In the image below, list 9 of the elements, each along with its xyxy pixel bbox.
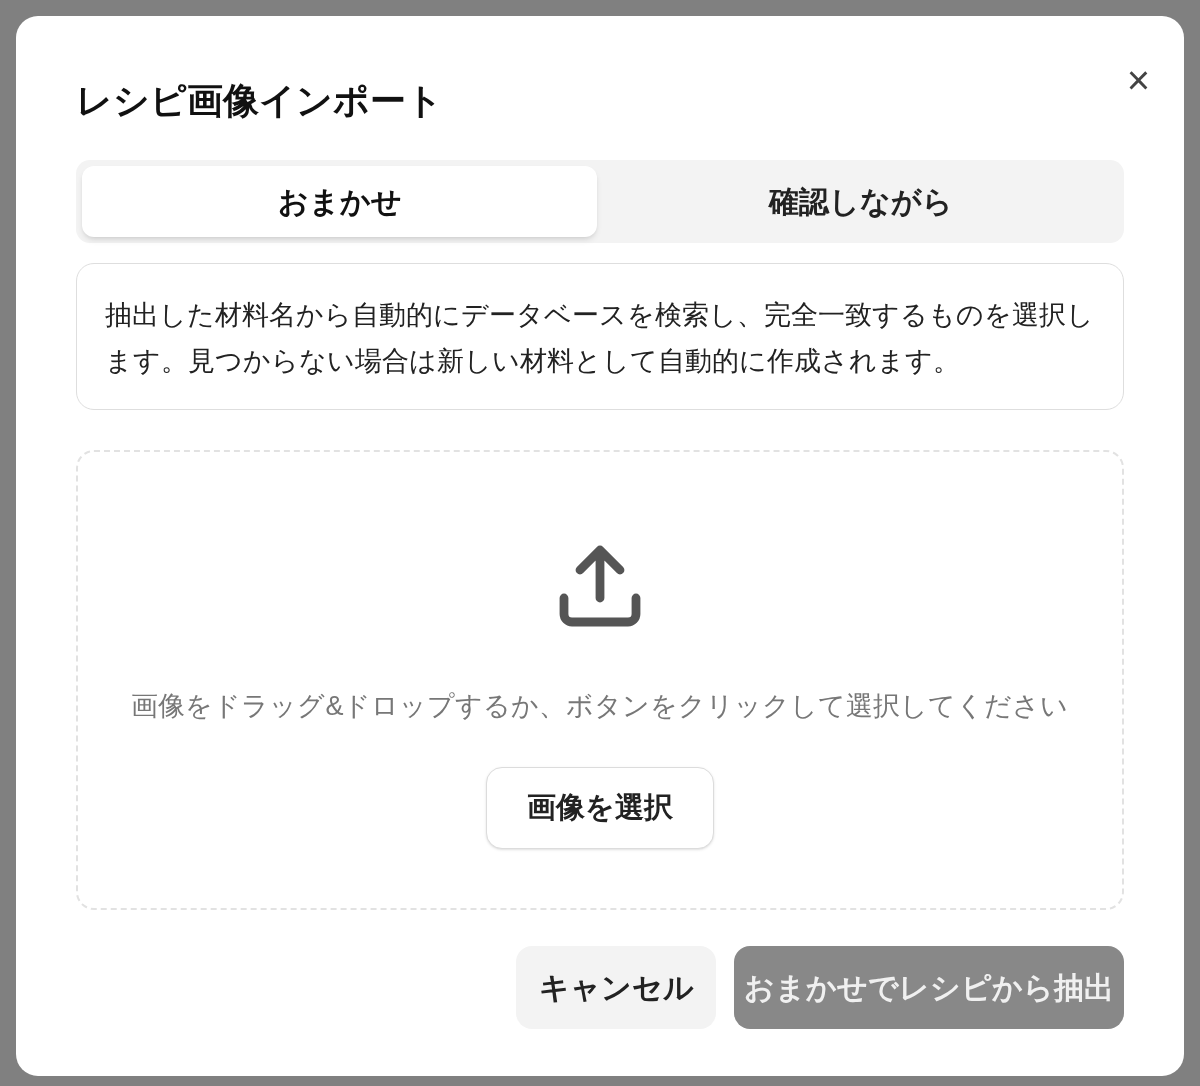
select-image-button[interactable]: 画像を選択 <box>486 766 714 849</box>
drop-zone[interactable]: 画像をドラッグ&ドロップするか、ボタンをクリックして選択してください 画像を選択 <box>76 450 1124 910</box>
cancel-button[interactable]: キャンセル <box>516 946 716 1029</box>
description-text: 抽出した材料名から自動的にデータベースを検索し、完全一致するものを選択します。見つからない場合は新しい材料として自動的に作成されます。 <box>76 263 1124 410</box>
dialog-title: レシピ画像インポート <box>76 79 443 123</box>
tab[interactable]: 確認しながら <box>603 166 1118 237</box>
drop-hint: 画像をドラッグ&ドロップするか、ボタンをクリックして選択してください <box>131 690 1069 723</box>
close-button[interactable]: × <box>1122 60 1154 100</box>
tab[interactable]: おまかせ <box>82 166 597 237</box>
